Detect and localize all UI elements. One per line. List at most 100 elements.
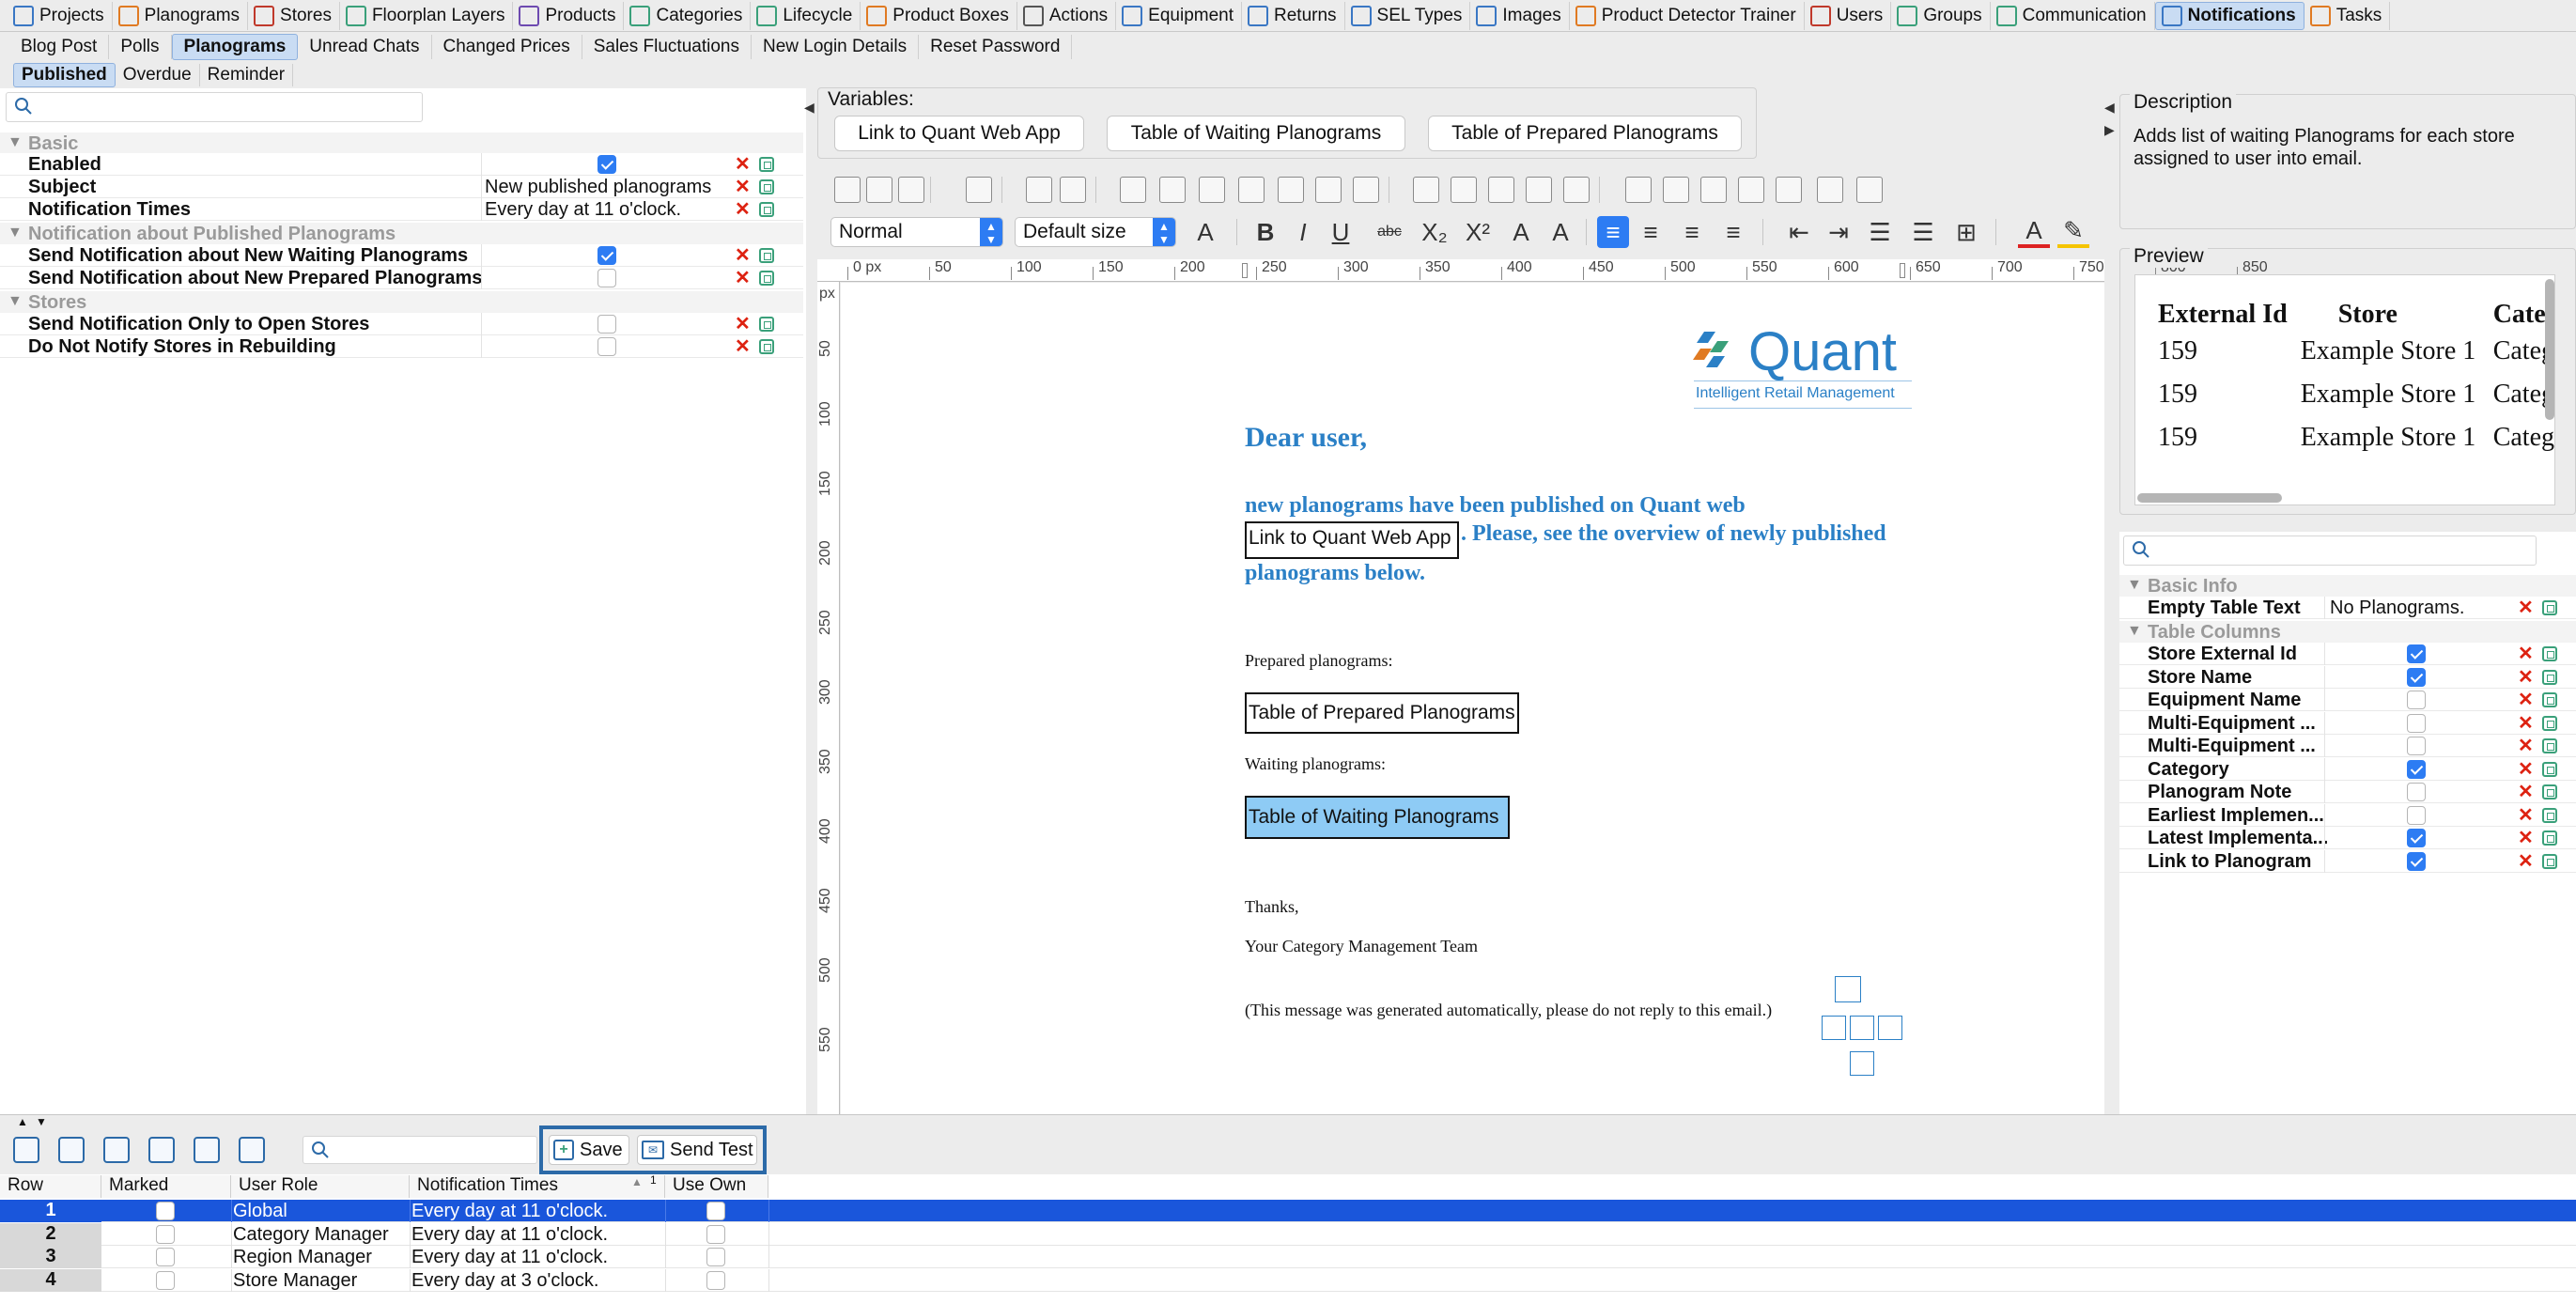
- email-editor-canvas[interactable]: Quant Intelligent Retail Management Dear…: [841, 283, 2104, 1114]
- table-property-group[interactable]: ▼ Basic Info: [2119, 575, 2576, 598]
- reset-x-icon[interactable]: ✕: [735, 337, 751, 356]
- table-insert-row-icon[interactable]: [1488, 177, 1514, 203]
- edit-value-icon[interactable]: [759, 202, 774, 217]
- tab-equipment[interactable]: Equipment: [1116, 1, 1243, 30]
- collapse-down-arrow-icon[interactable]: ▼: [36, 1115, 47, 1128]
- subtab-new-login-details[interactable]: New Login Details: [752, 35, 920, 59]
- edit-value-icon[interactable]: [759, 339, 774, 354]
- property-group[interactable]: ▼ Basic: [0, 132, 803, 155]
- strikethrough-button[interactable]: abc: [1373, 216, 1405, 248]
- insert-col-right-icon[interactable]: [1663, 177, 1689, 203]
- text-color-button[interactable]: A: [2018, 216, 2050, 248]
- column-header-notification-times[interactable]: Notification Times ▲ 1: [410, 1173, 665, 1198]
- property-value[interactable]: New published planograms: [485, 177, 711, 198]
- table-row[interactable]: 1 Global Every day at 11 o'clock.: [0, 1200, 2576, 1222]
- property-value[interactable]: Every day at 11 o'clock.: [485, 199, 681, 221]
- outdent-button[interactable]: ⇤: [1783, 216, 1815, 248]
- edit-value-icon[interactable]: [2542, 784, 2557, 799]
- superscript-button[interactable]: X²: [1462, 216, 1494, 248]
- resize-handle-icon[interactable]: [1822, 1016, 1846, 1040]
- table-property-group[interactable]: ▼ Table Columns: [2119, 621, 2576, 644]
- reset-x-icon[interactable]: ✕: [2518, 691, 2534, 709]
- resize-handle-icon[interactable]: [1850, 1051, 1874, 1076]
- property-checkbox[interactable]: [597, 155, 616, 174]
- preview-horizontal-scrollbar[interactable]: [2137, 493, 2282, 503]
- subscript-button[interactable]: X₂: [1419, 216, 1451, 248]
- table-props-icon[interactable]: [1413, 177, 1439, 203]
- edit-value-icon[interactable]: [2542, 669, 2557, 685]
- cut-icon[interactable]: [866, 177, 892, 203]
- tab-actions[interactable]: Actions: [1017, 1, 1117, 30]
- redo-icon[interactable]: [1060, 177, 1086, 203]
- font-size-select[interactable]: Default size ▲ ▼: [1015, 217, 1176, 247]
- prepared-planograms-variable-button[interactable]: Table of Prepared Planograms: [1428, 116, 1742, 151]
- select-all-icon[interactable]: [13, 1137, 39, 1163]
- variant-tab-overdue[interactable]: Overdue: [116, 64, 200, 86]
- tab-users[interactable]: Users: [1805, 1, 1892, 30]
- table-properties-search-input[interactable]: [2123, 536, 2537, 566]
- property-checkbox[interactable]: [597, 246, 616, 265]
- save-button[interactable]: + Save: [549, 1135, 629, 1165]
- property-value[interactable]: No Planograms.: [2330, 598, 2464, 619]
- column-checkbox[interactable]: [2407, 783, 2426, 801]
- column-checkbox[interactable]: [2407, 829, 2426, 847]
- tab-product-boxes[interactable]: Product Boxes: [861, 1, 1017, 30]
- tab-products[interactable]: Products: [513, 1, 625, 30]
- bold-button[interactable]: B: [1249, 216, 1281, 248]
- tab-lifecycle[interactable]: Lifecycle: [751, 1, 861, 30]
- column-checkbox[interactable]: [2407, 759, 2426, 779]
- marked-checkbox[interactable]: [156, 1224, 175, 1244]
- edit-value-icon[interactable]: [2542, 807, 2557, 823]
- table-borders-button[interactable]: ⊞: [1950, 216, 1982, 248]
- table-col-icon[interactable]: [1353, 177, 1379, 203]
- table-grid-icon[interactable]: [1451, 177, 1477, 203]
- resize-handle-icon[interactable]: [1835, 976, 1861, 1002]
- expand-triangle-icon[interactable]: ▼: [2127, 577, 2142, 594]
- zoom-in-icon[interactable]: [1817, 177, 1843, 203]
- align-right-button[interactable]: ≡: [1676, 216, 1708, 248]
- resize-handle-icon[interactable]: [1850, 1016, 1874, 1040]
- send-test-button[interactable]: ✉ Send Test: [637, 1135, 757, 1165]
- property-group[interactable]: ▼ Stores: [0, 291, 803, 314]
- property-checkbox[interactable]: [597, 269, 616, 287]
- help-icon[interactable]: [103, 1137, 130, 1163]
- replace-icon[interactable]: [1159, 177, 1186, 203]
- subtab-changed-prices[interactable]: Changed Prices: [432, 35, 582, 59]
- left-margin-marker-icon[interactable]: [1242, 263, 1248, 278]
- edit-value-icon[interactable]: [2542, 738, 2557, 753]
- clear-cells-icon[interactable]: [1738, 177, 1764, 203]
- reset-x-icon[interactable]: ✕: [2518, 644, 2534, 663]
- edit-value-icon[interactable]: [2542, 761, 2557, 777]
- property-checkbox[interactable]: [597, 315, 616, 334]
- collapse-up-arrow-icon[interactable]: ▲: [17, 1115, 28, 1128]
- tab-notifications[interactable]: Notifications: [2154, 1, 2304, 30]
- highlight-button[interactable]: ✎: [2057, 216, 2089, 248]
- edit-value-icon[interactable]: [2542, 646, 2557, 661]
- expand-triangle-icon[interactable]: ▼: [8, 293, 23, 310]
- paste-icon[interactable]: [898, 177, 924, 203]
- underline-button[interactable]: U: [1325, 216, 1357, 248]
- subtab-reset-password[interactable]: Reset Password: [919, 35, 1073, 59]
- preview-pane[interactable]: External Id Store Cate 159 Example Store …: [2134, 274, 2555, 505]
- edit-link-icon[interactable]: [1199, 177, 1225, 203]
- table-icon[interactable]: [966, 177, 992, 203]
- reset-x-icon[interactable]: ✕: [2518, 760, 2534, 779]
- table-delete-row-icon[interactable]: [1526, 177, 1552, 203]
- reset-x-icon[interactable]: ✕: [2518, 598, 2534, 617]
- delete-icon[interactable]: [239, 1137, 265, 1163]
- tab-communication[interactable]: Communication: [1991, 1, 2155, 30]
- column-header-use-own[interactable]: Use Own: [665, 1175, 768, 1198]
- table-row[interactable]: 4 Store Manager Every day at 3 o'clock.: [0, 1268, 2576, 1292]
- expand-right-arrow-icon[interactable]: ▶: [2104, 122, 2115, 138]
- column-checkbox[interactable]: [2407, 851, 2426, 871]
- cell-props-icon[interactable]: [1700, 177, 1727, 203]
- edit-value-icon[interactable]: [2542, 715, 2557, 731]
- table-row[interactable]: 2 Category Manager Every day at 11 o'clock…: [0, 1222, 2576, 1246]
- reset-x-icon[interactable]: ✕: [735, 155, 751, 174]
- users-search-input[interactable]: [303, 1136, 537, 1164]
- indent-button[interactable]: ⇥: [1823, 216, 1854, 248]
- reset-x-icon[interactable]: ✕: [2518, 852, 2534, 871]
- insert-table-icon[interactable]: [1278, 177, 1304, 203]
- column-header-marked[interactable]: Marked: [101, 1175, 231, 1198]
- edit-value-icon[interactable]: [2542, 853, 2557, 869]
